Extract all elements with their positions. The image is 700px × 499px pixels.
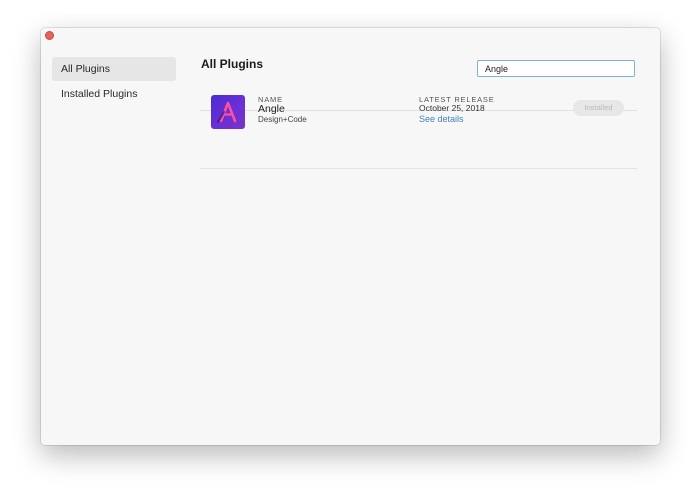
close-window-button[interactable] xyxy=(45,31,54,40)
see-details-link[interactable]: See details xyxy=(419,113,464,125)
sidebar-item-all-plugins[interactable]: All Plugins xyxy=(52,57,176,81)
plugin-name: Angle xyxy=(258,103,285,115)
table-divider xyxy=(200,168,637,169)
sidebar-item-installed-plugins[interactable]: Installed Plugins xyxy=(52,82,176,106)
page-title: All Plugins xyxy=(201,57,264,71)
sidebar: All Plugins Installed Plugins xyxy=(52,57,176,106)
sidebar-item-label: Installed Plugins xyxy=(61,88,138,100)
plugin-author: Design+Code xyxy=(258,115,307,124)
angle-logo-icon xyxy=(211,95,245,129)
search-input[interactable] xyxy=(477,60,635,77)
installed-button[interactable]: Installed xyxy=(573,100,624,116)
plugins-window: All Plugins Installed Plugins All Plugin… xyxy=(41,28,660,445)
sidebar-item-label: All Plugins xyxy=(61,63,111,75)
angle-logo-glyph xyxy=(217,101,237,123)
